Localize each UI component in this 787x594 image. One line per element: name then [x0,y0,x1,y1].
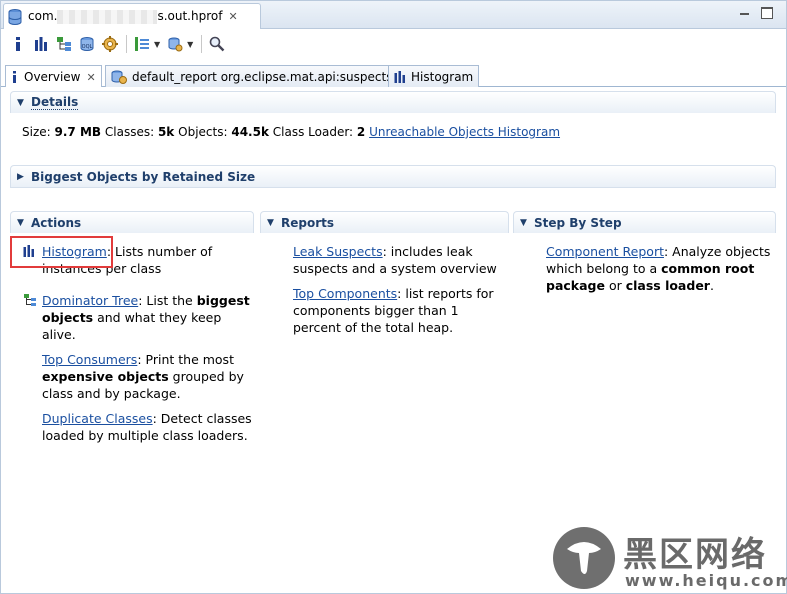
report-icon [111,70,127,84]
details-section-header[interactable]: ▼ Details [10,91,776,113]
dominator-tree-link[interactable]: Dominator Tree [42,293,138,308]
top-consumers-link[interactable]: Top Consumers [42,352,137,367]
search-icon[interactable] [206,33,228,55]
chevron-down-icon[interactable]: ▼ [187,40,193,49]
top-components-link[interactable]: Top Components [293,286,397,301]
chevron-down-icon[interactable]: ▼ [154,40,160,49]
list-item: Duplicate Classes: Detect classes loaded… [42,411,252,443]
svg-text:OQL: OQL [82,44,93,50]
dominator-tree-icon[interactable] [53,33,75,55]
overview-content: ▼ Details Size: 9.7 MB Classes: 5k Objec… [1,87,787,593]
watermark-logo-icon [553,527,615,589]
watermark: 黑区网络 www.heiqu.com [553,525,787,593]
tab-histogram[interactable]: Histogram [388,65,480,87]
histogram-icon[interactable] [30,33,52,55]
reports-list: Leak Suspects: includes leak suspects an… [293,243,498,344]
tab-default-report[interactable]: default_report org.eclipse.mat.api:suspe… [105,65,399,87]
find-object-icon[interactable] [164,33,186,55]
collapse-triangle-icon: ▼ [17,217,24,228]
close-icon[interactable]: ✕ [87,71,96,84]
step-by-step-section-header[interactable]: ▼ Step By Step [513,211,776,233]
leak-suspects-link[interactable]: Leak Suspects [293,244,383,259]
histogram-icon [394,70,406,83]
info-icon[interactable] [7,33,29,55]
collapse-triangle-icon: ▼ [520,217,527,228]
details-summary: Size: 9.7 MB Classes: 5k Objects: 44.5k … [22,125,561,139]
query-browser-icon[interactable] [131,33,153,55]
editor-tab-hprof[interactable]: com. s.out.hprof ✕ [3,3,261,29]
toolbar: OQL ▼ ▼ [1,30,786,58]
list-item: Top Consumers: Print the most expensive … [42,352,244,401]
editor-tab-bar: com. s.out.hprof ✕ [1,1,786,29]
expand-triangle-icon: ▶ [17,171,24,182]
editor-tab-title: com. s.out.hprof [28,9,223,24]
inner-tab-bar: Overview ✕ default_report org.eclipse.ma… [1,63,786,88]
step-by-step-list: Component Report: Analyze objects which … [546,243,771,302]
unreachable-objects-link[interactable]: Unreachable Objects Histogram [369,125,560,139]
list-item: Component Report: Analyze objects which … [546,244,771,293]
minimize-button[interactable] [739,7,751,19]
redacted-text [57,9,158,24]
editor: com. s.out.hprof ✕ OQL ▼ ▼ Overview ✕ de… [0,0,787,594]
biggest-objects-section-header[interactable]: ▶ Biggest Objects by Retained Size [10,165,776,187]
collapse-triangle-icon: ▼ [267,217,274,228]
divider [10,187,776,188]
heap-dump-details-icon[interactable] [99,33,121,55]
tab-overview[interactable]: Overview ✕ [5,65,102,88]
dominator-tree-icon [23,293,37,311]
watermark-url: www.heiqu.com [625,571,787,590]
duplicate-classes-link[interactable]: Duplicate Classes [42,411,153,426]
list-item: Top Components: list reports for compone… [293,286,494,335]
oql-icon[interactable]: OQL [76,33,98,55]
maximize-button[interactable] [761,7,773,19]
close-icon[interactable]: ✕ [228,10,237,23]
list-item: Dominator Tree: List the biggest objects… [24,292,252,343]
info-icon [11,71,19,83]
list-item: Leak Suspects: includes leak suspects an… [293,244,497,276]
toolbar-separator [126,35,127,53]
component-report-link[interactable]: Component Report [546,244,664,259]
watermark-text: 黑区网络 [623,535,767,575]
heap-dump-icon [8,8,22,25]
toolbar-separator [201,35,203,53]
reports-section-header[interactable]: ▼ Reports [260,211,509,233]
highlight-box [10,236,113,268]
collapse-triangle-icon: ▼ [17,97,24,108]
actions-list: Histogram: Lists number of instances per… [23,243,252,452]
actions-section-header[interactable]: ▼ Actions [10,211,254,233]
